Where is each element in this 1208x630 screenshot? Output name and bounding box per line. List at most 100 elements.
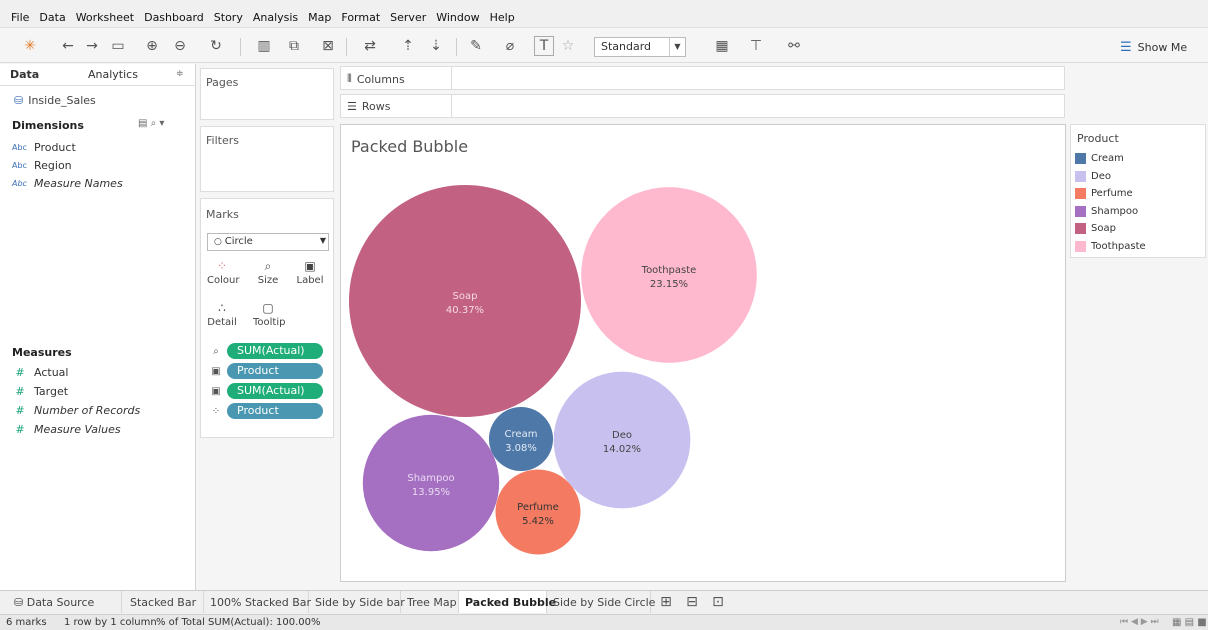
colour-button[interactable]: ⁘ Colour (207, 257, 239, 293)
menu-file[interactable]: File (6, 10, 34, 26)
sheet-tab-packed-bubble[interactable]: Packed Bubble (459, 591, 556, 613)
new-datasource-icon[interactable]: ⊕ (142, 36, 162, 56)
measure-target[interactable]: # Target (12, 385, 68, 398)
group-icon[interactable]: ⌀ (500, 36, 520, 56)
rows-label: Rows (361, 100, 391, 113)
legend-item-cream[interactable]: Cream (1075, 153, 1124, 164)
bubble-value-label: 5.42% (522, 516, 554, 527)
columns-icon: ⦀ (347, 72, 352, 85)
presentation-icon[interactable]: ⊤ (746, 36, 766, 56)
toolbar: ✳ ← → ▭ ⊕ ⊖ ↻ ▥ ⧉ ⊠ ⇄ ⇡ ⇣ ✎ ⌀ T ☆ Standa… (0, 29, 1208, 63)
label-button[interactable]: ▣ Label (295, 257, 325, 293)
bubble-value-label: 3.08% (505, 443, 537, 454)
fit-select[interactable]: Standard ▼ (594, 37, 686, 57)
measure-actual[interactable]: # Actual (12, 366, 68, 379)
refresh-icon[interactable]: ↻ (206, 36, 226, 56)
rows-shelf[interactable]: ☰ Rows (340, 94, 1065, 118)
bubble-category-label: Cream (505, 429, 538, 440)
pages-card[interactable]: Pages (200, 68, 334, 120)
menu-bar: File Data Worksheet Dashboard Story Analysis M… (0, 0, 1208, 28)
menu-analysis[interactable]: Analysis (248, 10, 303, 26)
menu-story[interactable]: Story (209, 10, 248, 26)
dimensions-tools-icon[interactable]: ▤ ⌕ ▾ (138, 118, 164, 129)
packed-bubble-chart: Soap 40.37% Toothpaste 23.15% Deo 14.02% Shamp… (349, 185, 757, 555)
sheet-tab-side-by-side-circle[interactable]: Side by Side Circle (547, 591, 655, 613)
save-icon[interactable]: ▭ (108, 36, 128, 56)
new-dashboard-icon[interactable]: ⊟ (682, 592, 702, 612)
legend-item-toothpaste[interactable]: Toothpaste (1075, 240, 1146, 252)
tab-menu-icon[interactable]: ≑ (176, 69, 184, 79)
legend-item-shampoo[interactable]: Shampoo (1075, 205, 1138, 217)
bubble-category-label: Deo (612, 430, 632, 441)
size-pill[interactable]: ⌕ SUM(Actual) (209, 343, 323, 359)
dimension-region[interactable]: Abc Region (12, 159, 72, 172)
dimension-product[interactable]: Abc Product (12, 141, 76, 154)
show-labels-icon[interactable]: T (534, 36, 554, 56)
mark-type-select[interactable]: ○ Circle ▼ (207, 233, 329, 251)
page-nav-icons[interactable]: ⏮ ◀ ▶ ⏭ (1120, 617, 1159, 627)
detail-button[interactable]: ∴ Detail (207, 299, 237, 335)
legend-item-deo[interactable]: Deo (1075, 170, 1111, 182)
pill-label: Product (227, 363, 323, 379)
legend-item-soap[interactable]: Soap (1075, 223, 1116, 234)
string-type-icon: Abc (12, 179, 27, 188)
new-worksheet-icon[interactable]: ▥ (254, 36, 274, 56)
view-canvas[interactable]: Packed Bubble Soap 40.37% Toothpaste 23.15%… (340, 124, 1066, 582)
show-me-button[interactable]: ☰ Show Me (1120, 37, 1187, 57)
circle-icon: ○ (214, 237, 225, 247)
duplicate-icon[interactable]: ⧉ (284, 36, 304, 56)
size-label: Size (257, 275, 279, 286)
share-icon[interactable]: ⚯ (784, 36, 804, 56)
menu-data[interactable]: Data (34, 10, 70, 26)
new-story-icon[interactable]: ⊡ (708, 592, 728, 612)
menu-format[interactable]: Format (336, 10, 385, 26)
show-cards-icon[interactable]: ▦ (712, 36, 732, 56)
string-type-icon: Abc (12, 143, 27, 152)
view-mode-icons[interactable]: ▦ ▤ ■ (1172, 617, 1207, 628)
detail-icon: ∴ (218, 301, 226, 315)
tab-analytics[interactable]: Analytics (88, 68, 138, 81)
tooltip-button[interactable]: ▢ Tooltip (253, 299, 285, 335)
tab-data[interactable]: Data (10, 68, 39, 81)
menu-help[interactable]: Help (485, 10, 520, 26)
size-button[interactable]: ⌕ Size (253, 257, 283, 293)
legend-swatch (1075, 153, 1086, 164)
label-pill-product[interactable]: ▣ Product (209, 363, 323, 379)
menu-worksheet[interactable]: Worksheet (71, 10, 139, 26)
tooltip-icon: ▢ (262, 301, 274, 315)
menu-window[interactable]: Window (431, 10, 484, 26)
sheet-tab-100-stacked-bar[interactable]: 100% Stacked Bar (204, 591, 311, 613)
back-icon[interactable]: ← (58, 36, 78, 56)
measure-number-of-records[interactable]: # Number of Records (12, 404, 140, 417)
sheet-tab-side-by-side-bar[interactable]: Side by Side bar (309, 591, 405, 613)
datasource-item[interactable]: ⛁ Inside_Sales (14, 94, 96, 107)
legend-label: Cream (1091, 153, 1124, 164)
filters-card[interactable]: Filters (200, 126, 334, 192)
columns-shelf[interactable]: ⦀ Columns (340, 66, 1065, 90)
color-legend: Product Cream Deo Perfume Shampoo Soap Toothp… (1070, 124, 1206, 258)
new-worksheet-icon[interactable]: ⊞ (656, 592, 676, 612)
bubble-value-label: 14.02% (603, 444, 641, 455)
bubble-category-label: Soap (453, 291, 478, 302)
colour-pill-product[interactable]: ⁘ Product (209, 403, 323, 419)
legend-item-perfume[interactable]: Perfume (1075, 188, 1133, 199)
menu-server[interactable]: Server (385, 10, 431, 26)
clear-sheet-icon[interactable]: ⊠ (318, 36, 338, 56)
menu-map[interactable]: Map (303, 10, 336, 26)
swap-icon[interactable]: ⇄ (360, 36, 380, 56)
sheet-tab-tree-map[interactable]: Tree Map (401, 591, 459, 613)
sort-descending-icon[interactable]: ⇣ (426, 36, 446, 56)
tableau-logo-icon[interactable]: ✳ (20, 36, 40, 56)
measure-measure-values[interactable]: # Measure Values (12, 423, 120, 436)
forward-icon[interactable]: → (82, 36, 102, 56)
measure-label: Actual (34, 366, 69, 379)
pause-updates-icon[interactable]: ⊖ (170, 36, 190, 56)
fix-axes-icon[interactable]: ☆ (558, 36, 578, 56)
sheet-tab-stacked-bar[interactable]: Stacked Bar (124, 591, 204, 613)
highlight-icon[interactable]: ✎ (466, 36, 486, 56)
data-source-tab[interactable]: ⛁ Data Source (8, 591, 122, 613)
sort-ascending-icon[interactable]: ⇡ (398, 36, 418, 56)
menu-dashboard[interactable]: Dashboard (139, 10, 209, 26)
label-pill-actual[interactable]: ▣ SUM(Actual) Δ (209, 383, 323, 413)
dimension-measure-names[interactable]: Abc Measure Names (12, 177, 123, 190)
